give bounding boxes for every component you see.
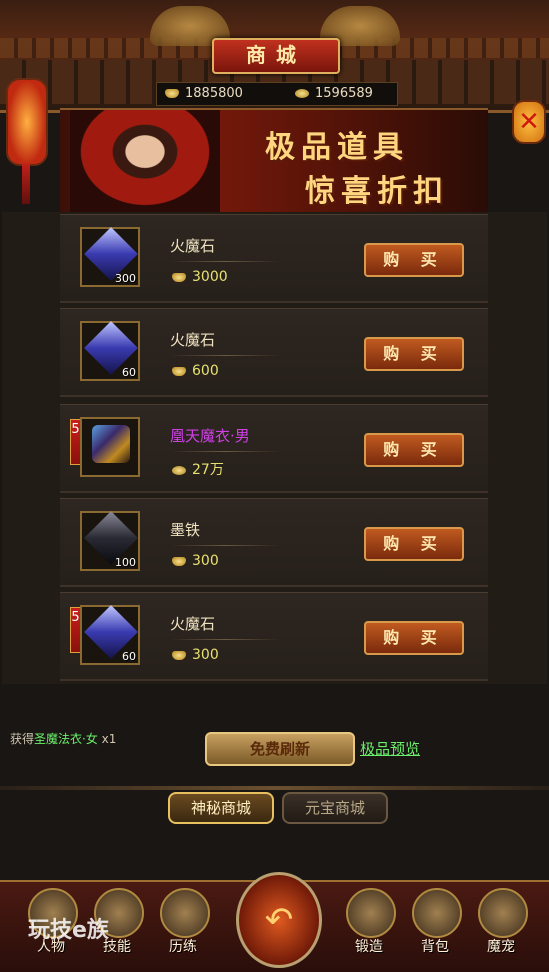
item-price: 300 xyxy=(172,647,219,663)
divider xyxy=(0,786,549,790)
buy-button[interactable]: 购 买 xyxy=(364,527,464,561)
fire-stone-item-icon[interactable]: 60 xyxy=(80,321,140,381)
coin-icon xyxy=(172,465,186,475)
coin-balance: 1596589 xyxy=(295,83,373,105)
banner-line2: 惊喜折扣 xyxy=(305,174,449,209)
ingot-icon xyxy=(165,89,179,98)
item-name: 凰天魔衣·男 xyxy=(170,427,250,445)
list-item: 300 火魔石 3000 购 买 xyxy=(60,214,488,303)
nav-forge[interactable]: 锻造 xyxy=(340,884,398,964)
forge-icon xyxy=(346,888,396,938)
fire-stone-item-icon[interactable]: 60 xyxy=(80,605,140,665)
ingot-icon xyxy=(172,272,186,282)
pet-icon xyxy=(478,888,528,938)
item-price: 600 xyxy=(172,363,219,379)
acquire-notice: 获得圣魔法衣·女 x1 xyxy=(10,732,117,746)
close-button[interactable]: ✕ xyxy=(512,100,546,144)
item-price: 300 xyxy=(172,553,219,569)
black-iron-item-icon[interactable]: 100 xyxy=(80,511,140,571)
nav-bag[interactable]: 背包 xyxy=(406,884,464,964)
item-price: 27万 xyxy=(172,459,224,479)
tab-mystic-shop[interactable]: 神秘商城 xyxy=(168,792,274,824)
banner-line1: 极品道具 xyxy=(265,130,409,165)
tab-yuanbao-shop[interactable]: 元宝商城 xyxy=(282,792,388,824)
item-name: 墨铁 xyxy=(170,521,201,539)
armor-item-icon[interactable] xyxy=(80,417,140,477)
premium-preview-link[interactable]: 极品预览 xyxy=(360,738,420,759)
ingot-icon xyxy=(172,650,186,660)
nav-pet[interactable]: 魔宠 xyxy=(472,884,530,964)
lantern-left-icon xyxy=(6,78,48,204)
ingot-balance: 1885800 xyxy=(165,83,243,105)
nav-training[interactable]: 历练 xyxy=(154,884,212,964)
list-item: 60 火魔石 600 购 买 xyxy=(60,308,488,397)
back-button[interactable]: ↶ xyxy=(236,872,322,968)
coin-icon xyxy=(295,89,309,98)
free-refresh-button[interactable]: 免费刷新 xyxy=(205,732,355,766)
ingot-icon xyxy=(172,556,186,566)
item-price: 3000 xyxy=(172,269,228,285)
training-icon xyxy=(160,888,210,938)
currency-bar: 1885800 1596589 xyxy=(156,82,398,106)
buy-button[interactable]: 购 买 xyxy=(364,621,464,655)
item-name: 火魔石 xyxy=(170,237,216,255)
heroine-portrait xyxy=(70,110,220,214)
buy-button[interactable]: 购 买 xyxy=(364,243,464,277)
bag-icon xyxy=(412,888,462,938)
fire-stone-item-icon[interactable]: 300 xyxy=(80,227,140,287)
list-item: 100 墨铁 300 购 买 xyxy=(60,498,488,587)
promo-banner: 极品道具 惊喜折扣 xyxy=(60,108,488,216)
list-item: 5折 60 火魔石 300 购 买 xyxy=(60,592,488,681)
ingot-icon xyxy=(172,366,186,376)
buy-button[interactable]: 购 买 xyxy=(364,433,464,467)
buy-button[interactable]: 购 买 xyxy=(364,337,464,371)
item-name: 火魔石 xyxy=(170,331,216,349)
list-item: 5折 凰天魔衣·男 27万 购 买 xyxy=(60,404,488,493)
item-name: 火魔石 xyxy=(170,615,216,633)
watermark: 玩技e族 xyxy=(28,918,109,943)
shop-title: 商城 xyxy=(212,38,340,74)
